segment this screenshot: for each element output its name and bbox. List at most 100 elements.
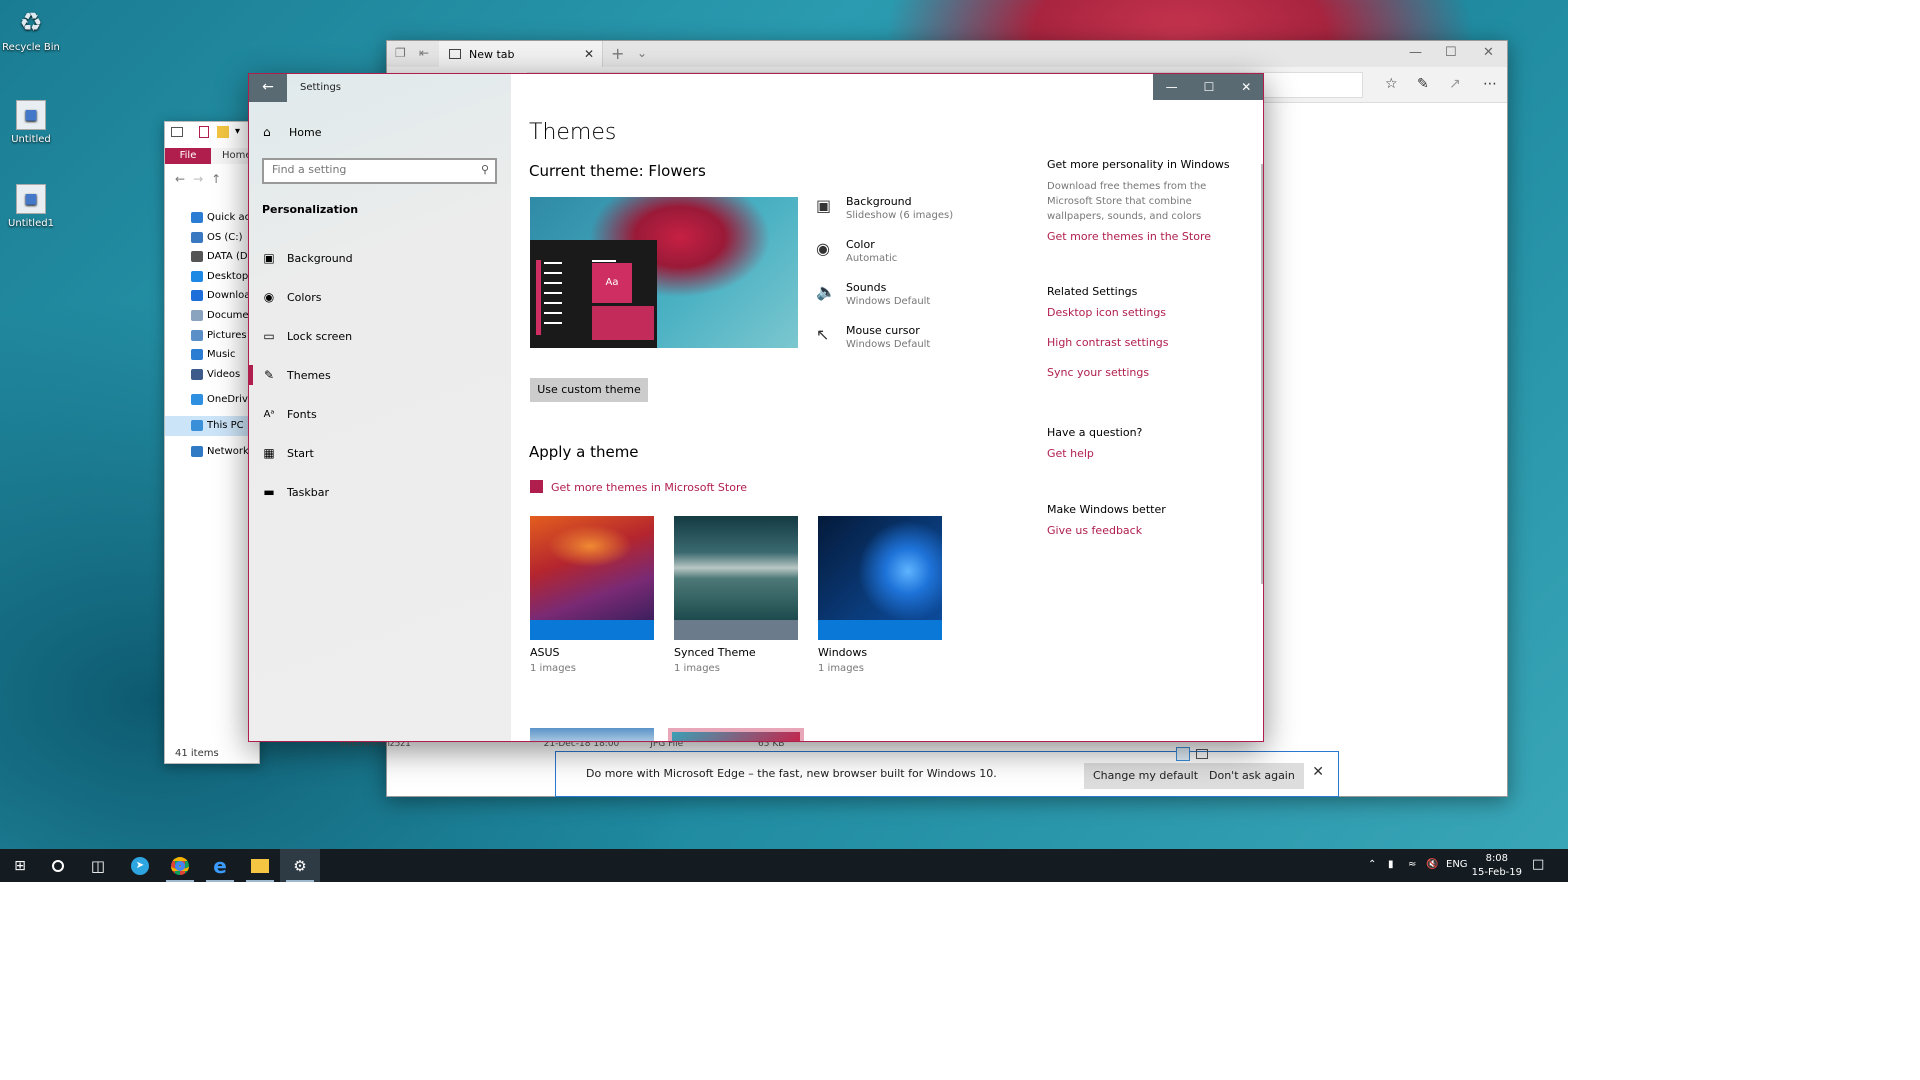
apply-theme-heading: Apply a theme bbox=[529, 443, 639, 461]
tree-item-this-pc[interactable]: This PC bbox=[165, 415, 259, 436]
high-contrast-settings-link[interactable]: High contrast settings bbox=[1047, 336, 1169, 349]
large-icons-view-icon[interactable] bbox=[1196, 749, 1208, 759]
get-help-link[interactable]: Get help bbox=[1047, 447, 1142, 460]
cortana-icon bbox=[52, 859, 64, 872]
folder-icon[interactable] bbox=[217, 126, 229, 138]
properties-icon[interactable] bbox=[199, 126, 209, 138]
tree-item-os-c[interactable]: OS (C:) bbox=[165, 228, 259, 248]
theme-accent bbox=[530, 620, 654, 640]
tree-item-music[interactable]: Music bbox=[165, 345, 259, 365]
tree-item-desktop[interactable]: Desktop bbox=[165, 267, 259, 287]
nav-fonts[interactable]: Aᵃ Fonts bbox=[249, 396, 511, 432]
tab-preview-icon[interactable]: ❐ bbox=[395, 46, 406, 60]
section-heading: Related Settings bbox=[1047, 285, 1138, 298]
theme-thumbnail bbox=[530, 516, 654, 620]
sync-settings-link[interactable]: Sync your settings bbox=[1047, 366, 1169, 379]
close-icon[interactable]: ✕ bbox=[1228, 74, 1263, 100]
forward-icon[interactable]: → bbox=[193, 172, 211, 186]
maximize-icon[interactable]: ☐ bbox=[1190, 74, 1227, 100]
tree-item-onedrive[interactable]: OneDrive bbox=[165, 390, 259, 410]
show-hidden-icons[interactable]: ⌃ bbox=[1368, 859, 1376, 870]
set-aside-tabs-icon[interactable]: ⇤ bbox=[419, 46, 429, 60]
close-icon[interactable]: ✕ bbox=[1312, 764, 1324, 780]
search-icon[interactable]: ⚲ bbox=[481, 163, 489, 176]
get-themes-link[interactable]: Get more themes in the Store bbox=[1047, 230, 1230, 243]
cloud-icon bbox=[191, 394, 203, 406]
theme-card-windows[interactable]: Windows 1 images bbox=[818, 516, 942, 674]
task-view-button[interactable]: ◫ bbox=[78, 849, 118, 882]
more-icon[interactable]: ⋯ bbox=[1483, 76, 1497, 92]
nav-home[interactable]: ⌂ Home bbox=[263, 125, 321, 139]
theme-count: 1 images bbox=[674, 663, 720, 674]
tree-item-network[interactable]: Network bbox=[165, 442, 259, 462]
nav-label: Start bbox=[287, 446, 314, 460]
settings-main: — ☐ ✕ Themes Current theme: Flowers Aa ▣… bbox=[511, 74, 1263, 741]
nav-lock-screen[interactable]: ▭ Lock screen bbox=[249, 318, 511, 354]
notification-center-icon[interactable]: □ bbox=[1532, 857, 1544, 872]
desktop-icon-recycle-bin[interactable]: ♻ Recycle Bin bbox=[0, 8, 62, 53]
desktop-icon-settings-link[interactable]: Desktop icon settings bbox=[1047, 306, 1169, 319]
search-button[interactable] bbox=[38, 849, 78, 882]
wifi-icon[interactable]: ≈ bbox=[1408, 859, 1416, 870]
theme-card-synced[interactable]: Synced Theme 1 images bbox=[674, 516, 798, 674]
nav-colors[interactable]: ◉ Colors bbox=[249, 279, 511, 315]
clock[interactable]: 8:08 15-Feb-19 bbox=[1472, 852, 1522, 880]
section-title: Personalization bbox=[262, 203, 359, 216]
desktop-icon-untitled1[interactable]: ■ Untitled1 bbox=[0, 184, 62, 229]
tree-item-documents[interactable]: Documer bbox=[165, 306, 259, 326]
back-icon[interactable]: ← bbox=[175, 172, 193, 186]
theme-card-partial[interactable] bbox=[530, 728, 654, 741]
nav-themes[interactable]: ✎ Themes bbox=[249, 357, 511, 393]
minimize-icon[interactable]: — bbox=[1153, 74, 1190, 100]
volume-muted-icon[interactable]: 🔇 bbox=[1426, 859, 1438, 870]
tree-item-quick-access[interactable]: Quick acce bbox=[165, 208, 259, 228]
tree-item-videos[interactable]: Videos bbox=[165, 365, 259, 385]
tree-item-data-d[interactable]: DATA (D:) bbox=[165, 247, 259, 267]
theme-card-flowers-selected[interactable] bbox=[668, 728, 804, 741]
chevron-down-icon[interactable]: ▾ bbox=[235, 126, 240, 137]
back-icon[interactable]: ← bbox=[249, 74, 287, 102]
search-placeholder: Find a setting bbox=[272, 163, 347, 176]
dont-ask-button[interactable]: Don't ask again bbox=[1200, 763, 1304, 789]
nav-start[interactable]: ▦ Start bbox=[249, 435, 511, 471]
language-indicator[interactable]: ENG bbox=[1446, 859, 1468, 870]
taskbar-chrome[interactable] bbox=[160, 849, 200, 882]
tree-item-downloads[interactable]: Downloa bbox=[165, 286, 259, 306]
details-view-icon[interactable] bbox=[1176, 747, 1190, 761]
preview-line bbox=[544, 262, 562, 264]
notes-icon[interactable]: ✎ bbox=[1417, 76, 1429, 92]
share-icon[interactable]: ↗ bbox=[1449, 76, 1461, 92]
taskbar-edge[interactable]: e bbox=[200, 849, 240, 882]
scrollbar[interactable] bbox=[1261, 164, 1263, 584]
nav-taskbar[interactable]: ▬ Taskbar bbox=[249, 474, 511, 510]
palette-icon: ◉ bbox=[816, 239, 830, 258]
minimize-icon[interactable]: — bbox=[1409, 45, 1422, 60]
change-default-button[interactable]: Change my default bbox=[1084, 763, 1208, 789]
favorites-icon[interactable]: ☆ bbox=[1385, 76, 1398, 92]
feedback-link[interactable]: Give us feedback bbox=[1047, 524, 1166, 537]
prop-name: Color bbox=[846, 238, 875, 251]
taskbar-telegram[interactable]: ➤ bbox=[120, 849, 160, 882]
chevron-down-icon[interactable]: ⌄ bbox=[637, 46, 647, 60]
file-tab[interactable]: File bbox=[165, 148, 211, 164]
tree-item-pictures[interactable]: Pictures bbox=[165, 326, 259, 346]
taskbar-file-explorer[interactable] bbox=[240, 849, 280, 882]
new-tab-icon[interactable]: + bbox=[611, 44, 624, 63]
start-button[interactable]: ⊞ bbox=[0, 849, 40, 882]
store-themes-link[interactable]: Get more themes in Microsoft Store bbox=[530, 480, 747, 494]
close-tab-icon[interactable]: ✕ bbox=[584, 47, 594, 61]
up-icon[interactable]: ↑ bbox=[211, 172, 229, 186]
taskbar-settings[interactable]: ⚙ bbox=[280, 849, 320, 882]
nav-background[interactable]: ▣ Background bbox=[249, 240, 511, 276]
nav-home-label: Home bbox=[289, 125, 322, 139]
nav-label: Lock screen bbox=[287, 329, 353, 343]
star-icon bbox=[191, 212, 203, 223]
edge-tab-new[interactable]: New tab ✕ bbox=[439, 41, 603, 67]
close-icon[interactable]: ✕ bbox=[1483, 45, 1494, 60]
use-custom-theme-button[interactable]: Use custom theme bbox=[530, 378, 648, 402]
battery-icon[interactable]: ▮ bbox=[1388, 859, 1394, 870]
theme-card-asus[interactable]: ASUS 1 images bbox=[530, 516, 654, 674]
settings-search-input[interactable]: Find a setting ⚲ bbox=[262, 158, 497, 184]
desktop-icon-untitled[interactable]: ■ Untitled bbox=[0, 100, 62, 145]
maximize-icon[interactable]: ☐ bbox=[1445, 45, 1457, 60]
